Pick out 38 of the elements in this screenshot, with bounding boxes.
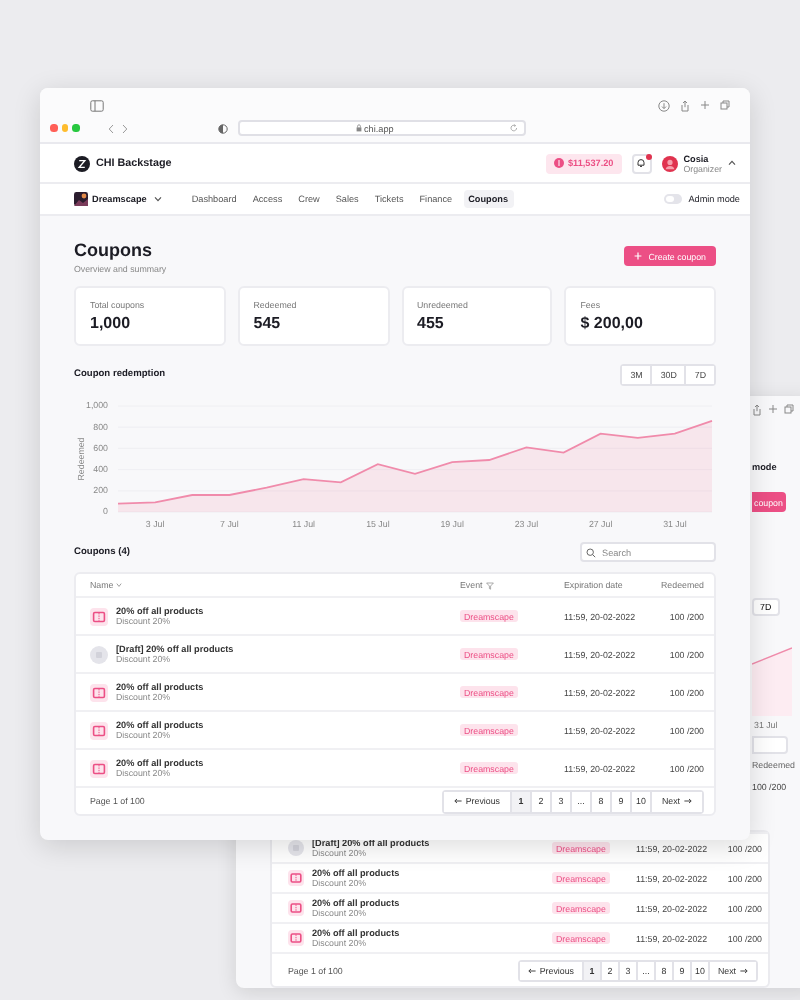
lock-icon (355, 124, 361, 132)
caret-icon (154, 196, 163, 202)
event-thumbnail-icon (74, 192, 88, 206)
search-field[interactable] (752, 736, 788, 754)
back-icon[interactable] (107, 123, 113, 133)
plus-icon[interactable] (768, 404, 778, 414)
logo-icon (74, 155, 90, 171)
bell-icon (636, 158, 647, 168)
tabs-icon[interactable] (784, 404, 794, 414)
filter-icon (485, 581, 494, 589)
forward-icon[interactable] (121, 123, 127, 133)
coin-icon (553, 158, 564, 168)
toggle-switch[interactable] (664, 194, 683, 204)
chevron-up-icon (728, 160, 736, 166)
download-icon[interactable] (658, 99, 670, 111)
stat-value: $ 200,00 (580, 314, 645, 332)
arrow-left-icon (527, 967, 536, 973)
half-circle-icon[interactable] (217, 123, 227, 133)
share-icon[interactable] (752, 404, 762, 416)
arrow-left-icon (453, 798, 462, 804)
avatar-icon (661, 155, 678, 171)
stat-value: 1,000 (90, 314, 133, 332)
reload-icon[interactable] (509, 124, 517, 132)
stat-value: 455 (417, 314, 446, 332)
close-button[interactable] (50, 124, 57, 132)
maximize-button[interactable] (72, 124, 79, 132)
tabs-icon[interactable] (720, 100, 730, 110)
plus-icon[interactable] (700, 100, 710, 110)
arrow-right-icon (740, 967, 748, 973)
stat-value: 545 (253, 314, 283, 332)
share-icon[interactable] (680, 99, 690, 111)
notifications-button[interactable] (631, 153, 652, 173)
arrow-right-icon (684, 798, 692, 804)
page-title: Coupons (74, 240, 154, 262)
sort-icon (116, 582, 123, 588)
sidebar-icon[interactable] (90, 99, 104, 111)
plus-icon (634, 252, 643, 260)
minimize-button[interactable] (61, 124, 68, 132)
